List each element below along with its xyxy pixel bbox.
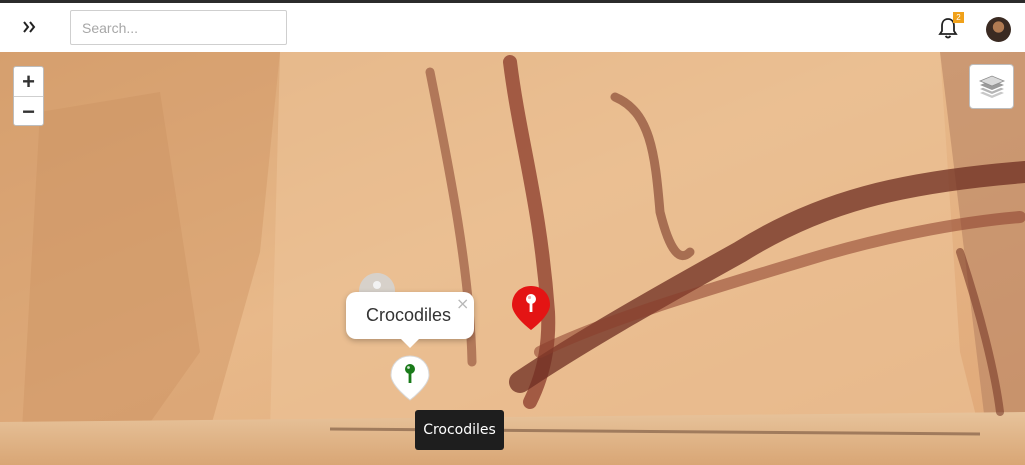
layers-icon	[978, 75, 1005, 98]
expand-sidebar-button[interactable]	[18, 16, 40, 38]
top-bar: 2	[0, 0, 1025, 52]
marker-tooltip: Crocodiles	[415, 410, 504, 450]
zoom-out-button[interactable]: −	[14, 97, 43, 126]
zoom-in-button[interactable]: +	[14, 67, 43, 97]
map-background	[0, 52, 1025, 465]
green-map-marker[interactable]	[389, 354, 431, 402]
double-chevron-right-icon	[23, 21, 36, 33]
map-view[interactable]: + − Crocodiles × Crocodiles	[0, 52, 1025, 465]
search-input[interactable]	[70, 10, 287, 45]
popup-close-button[interactable]: ×	[456, 294, 469, 313]
zoom-control: + −	[13, 66, 44, 126]
marker-popup: Crocodiles ×	[346, 292, 474, 348]
red-map-marker[interactable]	[510, 284, 552, 332]
user-avatar[interactable]	[986, 17, 1011, 42]
popup-title: Crocodiles	[366, 305, 452, 325]
notification-count-badge: 2	[953, 12, 964, 23]
layers-button[interactable]	[969, 64, 1014, 109]
